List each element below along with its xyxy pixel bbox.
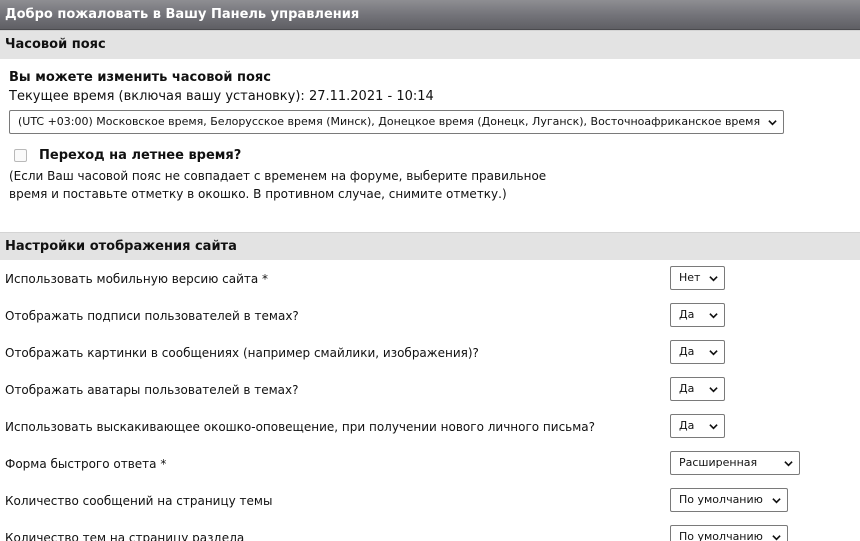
select-value: По умолчанию [679, 493, 763, 506]
setting-label: Количество тем на страницу раздела [5, 531, 245, 541]
chevron-down-icon [709, 387, 718, 393]
show-images-select[interactable]: Да [670, 340, 725, 364]
chevron-down-icon [709, 276, 718, 282]
setting-label: Использовать мобильную версию сайта * [5, 272, 269, 286]
topics-per-page-select[interactable]: По умолчанию [670, 525, 788, 541]
select-value: Да [679, 382, 695, 395]
select-value: Расширенная [679, 456, 758, 469]
pm-popup-select[interactable]: Да [670, 414, 725, 438]
setting-topics-per-page: Количество тем на страницу раздела По ум… [0, 519, 860, 541]
timezone-select-value: (UTC +03:00) Московское время, Белорусск… [18, 115, 761, 128]
select-value: Да [679, 419, 695, 432]
mobile-version-select[interactable]: Нет [670, 266, 725, 290]
dst-checkbox[interactable] [14, 149, 27, 162]
setting-label: Количество сообщений на страницу темы [5, 494, 273, 508]
timezone-section-header: Часовой пояс [0, 30, 860, 59]
setting-posts-per-page: Количество сообщений на страницу темы По… [0, 482, 860, 519]
chevron-down-icon [768, 120, 777, 126]
chevron-down-icon [784, 461, 793, 467]
timezone-section: Вы можете изменить часовой пояс Текущее … [0, 59, 860, 232]
timezone-note-line1: (Если Ваш часовой пояс не совпадает с вр… [9, 169, 547, 183]
quick-reply-select[interactable]: Расширенная [670, 451, 800, 475]
setting-label: Использовать выскакивающее окошко-оповещ… [5, 420, 596, 434]
display-settings-list: Использовать мобильную версию сайта * Не… [0, 260, 860, 541]
timezone-note-line2: время и поставьте отметку в окошко. В пр… [9, 187, 507, 201]
setting-label: Форма быстрого ответа * [5, 457, 167, 471]
chevron-down-icon [709, 313, 718, 319]
timezone-heading: Вы можете изменить часовой пояс [9, 70, 271, 85]
show-avatars-select[interactable]: Да [670, 377, 725, 401]
show-signatures-select[interactable]: Да [670, 303, 725, 327]
posts-per-page-select[interactable]: По умолчанию [670, 488, 788, 512]
display-section-header: Настройки отображения сайта [0, 232, 860, 260]
select-value: Нет [679, 271, 701, 284]
setting-label: Отображать аватары пользователей в темах… [5, 383, 299, 397]
setting-show-signatures: Отображать подписи пользователей в темах… [0, 297, 860, 334]
select-value: Да [679, 308, 695, 321]
setting-show-avatars: Отображать аватары пользователей в темах… [0, 371, 860, 408]
chevron-down-icon [772, 498, 781, 504]
select-value: По умолчанию [679, 530, 763, 541]
timezone-note: (Если Ваш часовой пояс не совпадает с вр… [9, 167, 569, 203]
chevron-down-icon [709, 350, 718, 356]
setting-show-images: Отображать картинки в сообщениях (наприм… [0, 334, 860, 371]
setting-mobile-version: Использовать мобильную версию сайта * Не… [0, 260, 860, 297]
setting-quick-reply: Форма быстрого ответа * Расширенная [0, 445, 860, 482]
dst-label: Переход на летнее время? [39, 148, 242, 163]
timezone-select[interactable]: (UTC +03:00) Московское время, Белорусск… [9, 110, 784, 134]
control-panel-page: Добро пожаловать в Вашу Панель управлени… [0, 0, 860, 541]
setting-label: Отображать картинки в сообщениях (наприм… [5, 346, 479, 360]
current-time-label: Текущее время (включая вашу установку): … [9, 89, 434, 104]
setting-pm-popup: Использовать выскакивающее окошко-оповещ… [0, 408, 860, 445]
page-title: Добро пожаловать в Вашу Панель управлени… [0, 0, 860, 30]
dst-row: Переход на летнее время? [9, 147, 860, 164]
chevron-down-icon [772, 535, 781, 541]
chevron-down-icon [709, 424, 718, 430]
select-value: Да [679, 345, 695, 358]
setting-label: Отображать подписи пользователей в темах… [5, 309, 299, 323]
